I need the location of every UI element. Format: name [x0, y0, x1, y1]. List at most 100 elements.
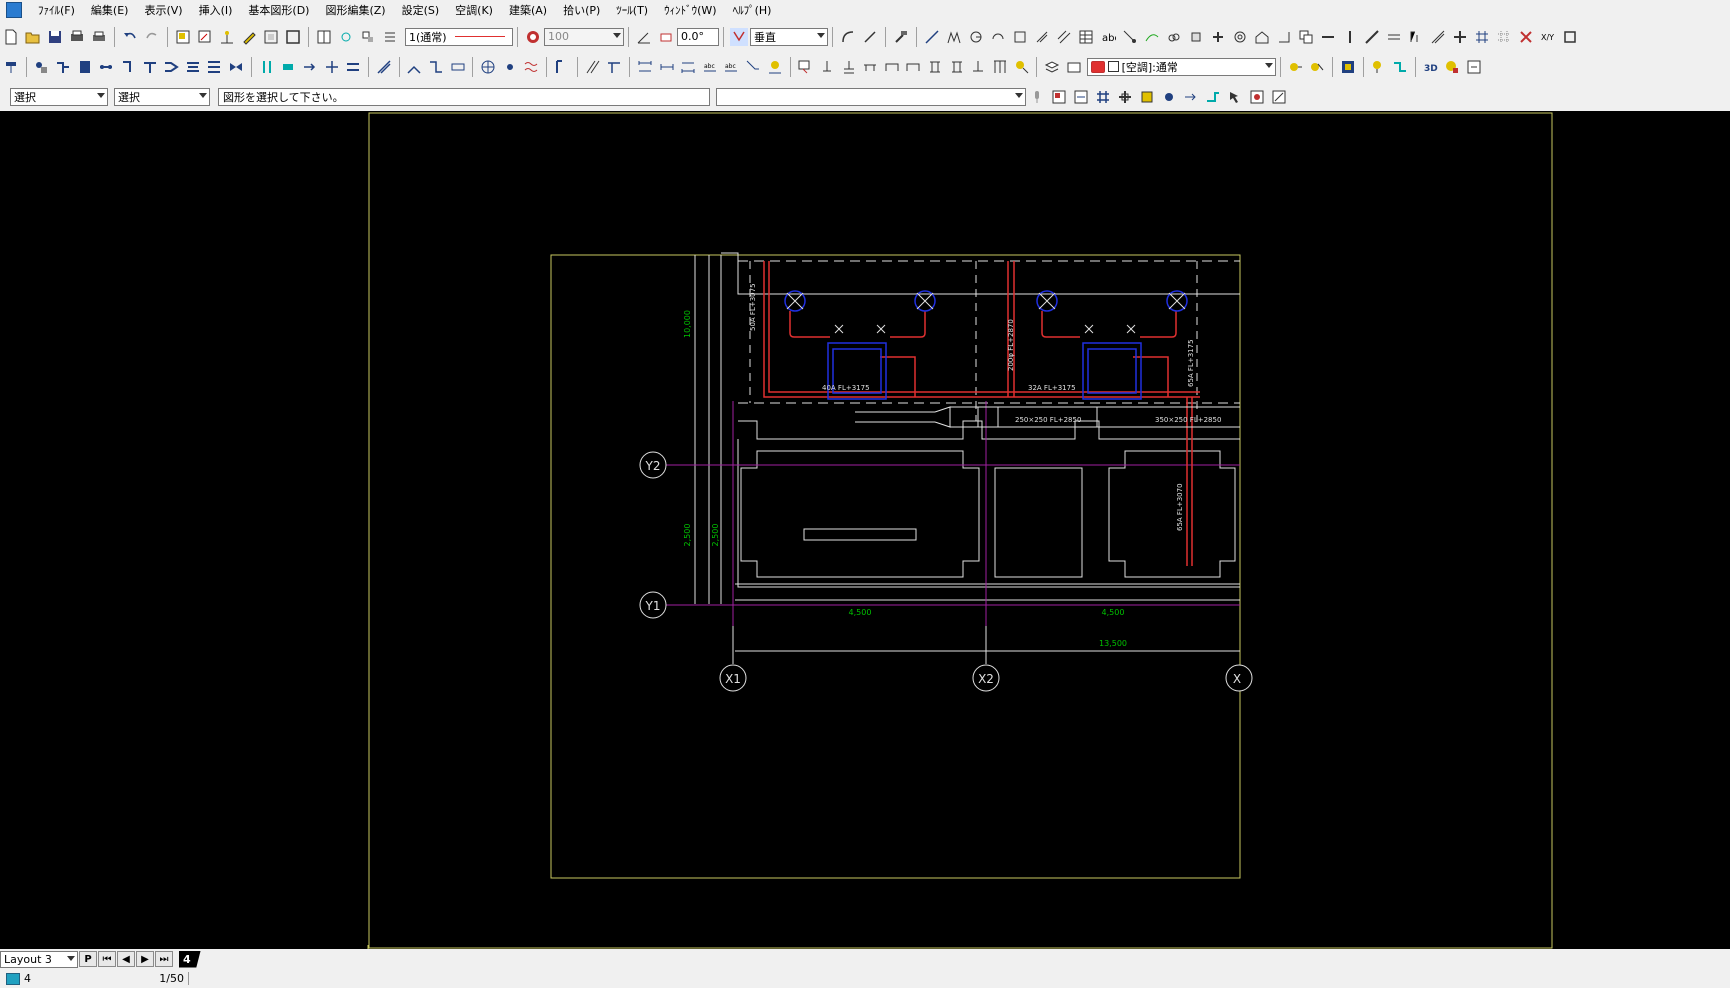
route-icon[interactable]: [427, 58, 445, 76]
valve-icon[interactable]: [227, 58, 245, 76]
view-special-icon[interactable]: [1248, 88, 1266, 106]
line-icon[interactable]: [923, 28, 941, 46]
menu-insert[interactable]: 挿入(I): [191, 2, 241, 18]
layer-manager-icon[interactable]: [1339, 58, 1357, 76]
frame-icon[interactable]: [262, 28, 280, 46]
anchor-icon[interactable]: [969, 58, 987, 76]
arc-icon[interactable]: [989, 28, 1007, 46]
command-input[interactable]: [716, 87, 1026, 106]
bracket-icon[interactable]: [926, 58, 944, 76]
dim-bottom-icon[interactable]: [679, 58, 697, 76]
print-icon[interactable]: [90, 28, 108, 46]
dotted-grid-icon[interactable]: [1495, 28, 1513, 46]
angle-input[interactable]: 0.0°: [677, 27, 719, 46]
leader-icon[interactable]: [1121, 28, 1139, 46]
tee-icon[interactable]: [141, 58, 159, 76]
trim-icon[interactable]: [1429, 28, 1447, 46]
mode-select-2[interactable]: 選択: [114, 87, 210, 106]
coil-icon[interactable]: [279, 58, 297, 76]
corner-icon[interactable]: [1275, 28, 1293, 46]
menu-hvac[interactable]: 空調(K): [447, 2, 501, 18]
view-box-icon[interactable]: [1138, 88, 1156, 106]
copy-icon[interactable]: [1297, 28, 1315, 46]
menu-basic-shapes[interactable]: 基本図形(D): [240, 2, 317, 18]
layer-prop-icon[interactable]: [1065, 58, 1083, 76]
offset-icon[interactable]: [1407, 28, 1425, 46]
header-icon[interactable]: [344, 58, 362, 76]
app-icon[interactable]: [6, 2, 22, 18]
zoom-icon[interactable]: [196, 28, 214, 46]
slope-icon[interactable]: [375, 58, 393, 76]
connect-icon[interactable]: [1143, 28, 1161, 46]
menu-edit[interactable]: 編集(E): [83, 2, 137, 18]
microphone-icon[interactable]: [1028, 88, 1046, 106]
menu-settings[interactable]: 設定(S): [394, 2, 448, 18]
branch-icon[interactable]: [54, 58, 72, 76]
color-wheel-icon[interactable]: [524, 28, 542, 46]
snap-icon[interactable]: [337, 28, 355, 46]
save-icon[interactable]: [46, 28, 64, 46]
layer-list-icon[interactable]: [381, 28, 399, 46]
split-view-icon[interactable]: [315, 28, 333, 46]
grid-icon[interactable]: [1473, 28, 1491, 46]
junction-icon[interactable]: [323, 58, 341, 76]
angle-icon[interactable]: [635, 28, 653, 46]
dim-text2-icon[interactable]: abc: [723, 58, 741, 76]
spiral-icon[interactable]: [1231, 28, 1249, 46]
export-icon[interactable]: [1465, 58, 1483, 76]
target-icon[interactable]: [479, 58, 497, 76]
menu-window[interactable]: ｳｨﾝﾄﾞｳ(W): [656, 2, 724, 18]
next-page-icon[interactable]: ▶: [136, 951, 154, 967]
layer-on-icon[interactable]: [1287, 58, 1305, 76]
measure-icon[interactable]: [218, 28, 236, 46]
view-arrow-icon[interactable]: [1182, 88, 1200, 106]
elevation-icon[interactable]: [818, 58, 836, 76]
section-icon[interactable]: [861, 58, 879, 76]
delete-icon[interactable]: [1517, 28, 1535, 46]
new-file-icon[interactable]: [2, 28, 20, 46]
cloud-icon[interactable]: [1165, 28, 1183, 46]
menu-architecture[interactable]: 建築(A): [501, 2, 555, 18]
riser-icon[interactable]: [258, 58, 276, 76]
frame3-icon[interactable]: [905, 58, 923, 76]
diagonal-icon[interactable]: [1033, 28, 1051, 46]
undo-icon[interactable]: [121, 28, 139, 46]
connect-pipe-icon[interactable]: [406, 58, 424, 76]
menu-tools[interactable]: ﾂｰﾙ(T): [608, 2, 656, 18]
polyline-icon[interactable]: [945, 28, 963, 46]
view-eye-icon[interactable]: [1160, 88, 1178, 106]
last-page-icon[interactable]: ⏭: [155, 951, 173, 967]
pipe-select-icon[interactable]: [1391, 58, 1409, 76]
view-pointer-icon[interactable]: [1226, 88, 1244, 106]
light-icon[interactable]: [1370, 58, 1388, 76]
paper-space-button[interactable]: P: [79, 951, 97, 967]
bracket2-icon[interactable]: [948, 58, 966, 76]
rectangle-icon[interactable]: [1011, 28, 1029, 46]
pin-icon[interactable]: [1013, 58, 1031, 76]
scale-select[interactable]: 100: [544, 27, 624, 46]
prev-page-icon[interactable]: ◀: [117, 951, 135, 967]
view-cross-icon[interactable]: [1116, 88, 1134, 106]
reducer-icon[interactable]: [162, 58, 180, 76]
link-icon[interactable]: [97, 58, 115, 76]
pipe-draw-icon[interactable]: [861, 28, 879, 46]
mode-select-1[interactable]: 選択: [10, 87, 108, 106]
rotate-icon[interactable]: [657, 28, 675, 46]
point-icon[interactable]: [501, 58, 519, 76]
layer-select[interactable]: [空調]:通常: [1086, 57, 1276, 76]
pencil-icon[interactable]: [240, 28, 258, 46]
menu-file[interactable]: ﾌｧｲﾙ(F): [30, 2, 83, 18]
render-icon[interactable]: [1443, 58, 1461, 76]
pipe-bend-icon[interactable]: [839, 28, 857, 46]
redo-icon[interactable]: [143, 28, 161, 46]
first-page-icon[interactable]: ⏮: [98, 951, 116, 967]
layout-select[interactable]: Layout 3: [0, 950, 78, 968]
note-icon[interactable]: [796, 58, 814, 76]
dim-text-icon[interactable]: abc: [701, 58, 719, 76]
sleeve-icon[interactable]: [553, 58, 571, 76]
menu-takeoff[interactable]: 拾い(P): [555, 2, 608, 18]
flow-icon[interactable]: [301, 58, 319, 76]
louver-icon[interactable]: [206, 58, 224, 76]
symbol-icon[interactable]: [1209, 28, 1227, 46]
table-icon[interactable]: [1077, 28, 1095, 46]
